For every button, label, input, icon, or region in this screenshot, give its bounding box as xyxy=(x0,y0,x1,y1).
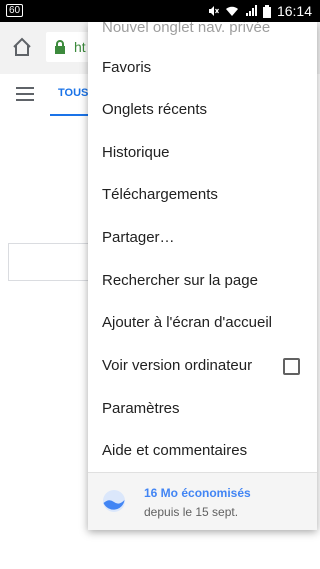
home-icon[interactable] xyxy=(11,36,33,58)
menu-item-add-to-home[interactable]: Ajouter à l'écran d'accueil xyxy=(88,303,317,345)
wifi-icon xyxy=(225,5,239,17)
url-text: ht xyxy=(74,39,86,55)
data-saver-icon xyxy=(102,489,126,518)
screen: 60 16:14 ht TOUS Nouvel onglet nav. priv… xyxy=(0,0,320,569)
hamburger-menu-icon[interactable] xyxy=(16,87,34,101)
overflow-menu: Nouvel onglet nav. privée Favoris Onglet… xyxy=(88,22,317,530)
menu-item-downloads[interactable]: Téléchargements xyxy=(88,175,317,217)
battery-icon xyxy=(262,4,271,18)
menu-item-history[interactable]: Historique xyxy=(88,133,317,175)
status-icons: 16:14 xyxy=(207,3,312,19)
page-bottom xyxy=(0,540,320,569)
menu-item-settings[interactable]: Paramètres xyxy=(88,389,317,431)
status-bar: 60 16:14 xyxy=(0,0,320,22)
menu-item-bookmarks[interactable]: Favoris xyxy=(88,48,317,90)
mute-icon xyxy=(207,5,219,17)
menu-item-desktop-site[interactable]: Voir version ordinateur xyxy=(88,346,317,388)
tab-tous-label: TOUS xyxy=(58,87,89,99)
signal-icon xyxy=(245,5,257,17)
menu-item-recent-tabs[interactable]: Onglets récents xyxy=(88,90,317,132)
menu-item-share[interactable]: Partager… xyxy=(88,218,317,260)
tab-tous[interactable]: TOUS xyxy=(50,74,90,116)
lock-icon xyxy=(54,40,66,59)
clock: 16:14 xyxy=(276,3,312,19)
savings-subtitle: depuis le 15 sept. xyxy=(144,505,239,519)
menu-item-find-in-page[interactable]: Rechercher sur la page xyxy=(88,261,317,303)
data-savings-item[interactable]: 16 Mo économisés depuis le 15 sept. xyxy=(88,473,317,530)
savings-title: 16 Mo économisés xyxy=(144,486,251,500)
notification-badge: 60 xyxy=(6,4,24,17)
menu-item-help-feedback[interactable]: Aide et commentaires xyxy=(88,431,317,473)
desktop-site-checkbox[interactable] xyxy=(283,358,300,375)
